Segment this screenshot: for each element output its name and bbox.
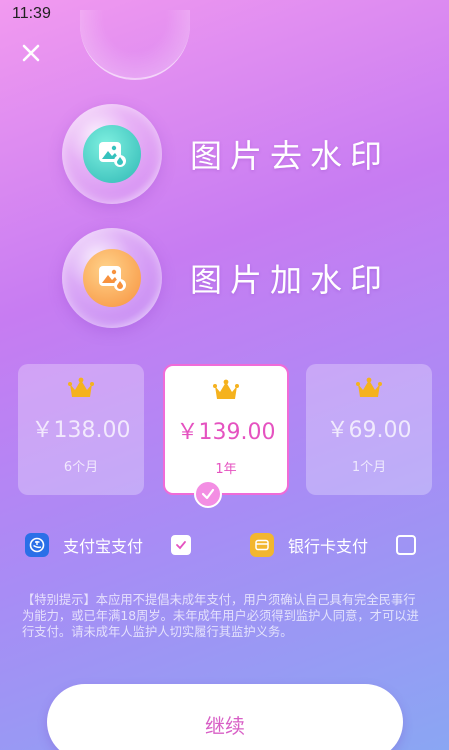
bank-card-icon — [250, 533, 274, 557]
crown-icon — [165, 378, 287, 404]
crown-icon — [306, 376, 432, 402]
payment-option-bankcard[interactable]: 银行卡支付 — [250, 532, 417, 558]
top-orb-decoration — [80, 10, 190, 80]
plan-period: 6个月 — [63, 460, 99, 475]
plan-price: ￥139.00 — [176, 420, 276, 445]
image-remove-watermark-icon — [83, 125, 141, 183]
payment-option-alipay[interactable]: 支付宝支付 — [25, 532, 192, 558]
alipay-checkbox[interactable] — [171, 535, 192, 555]
bankcard-checkbox[interactable] — [396, 535, 417, 555]
plan-1-month[interactable]: ￥69.00 1个月 — [306, 364, 432, 495]
plan-1-year[interactable]: ￥139.00 1年 — [163, 364, 289, 495]
feature-orb — [62, 228, 162, 328]
image-add-watermark-icon — [83, 249, 141, 307]
plan-6-months[interactable]: ￥138.00 6个月 — [18, 364, 144, 495]
plan-price: ￥138.00 — [31, 418, 131, 443]
continue-button[interactable]: 继续 — [47, 684, 403, 750]
plan-options: ￥138.00 6个月 ￥139.00 1年 ￥69.00 1个月 — [18, 364, 432, 496]
feature-label: 图片去水印 — [190, 137, 391, 175]
alipay-icon — [25, 533, 49, 557]
plan-period: 1年 — [215, 462, 237, 477]
close-icon[interactable] — [18, 40, 44, 66]
selected-check-icon — [194, 480, 222, 508]
alipay-label: 支付宝支付 — [63, 537, 144, 556]
feature-orb — [62, 104, 162, 204]
plan-price: ￥69.00 — [326, 418, 412, 443]
bankcard-label: 银行卡支付 — [288, 537, 369, 556]
crown-icon — [18, 376, 144, 402]
feature-add-watermark: 图片加水印 — [62, 228, 392, 328]
status-bar: 11:39 — [0, 0, 449, 28]
notice-text: 【特别提示】本应用不提倡未成年支付，用户须确认自己具有完全民事行为能力，或已年满… — [22, 593, 419, 639]
status-time: 11:39 — [12, 5, 51, 22]
feature-label: 图片加水印 — [190, 261, 391, 299]
feature-remove-watermark: 图片去水印 — [62, 104, 392, 204]
plan-period: 1个月 — [351, 460, 387, 475]
